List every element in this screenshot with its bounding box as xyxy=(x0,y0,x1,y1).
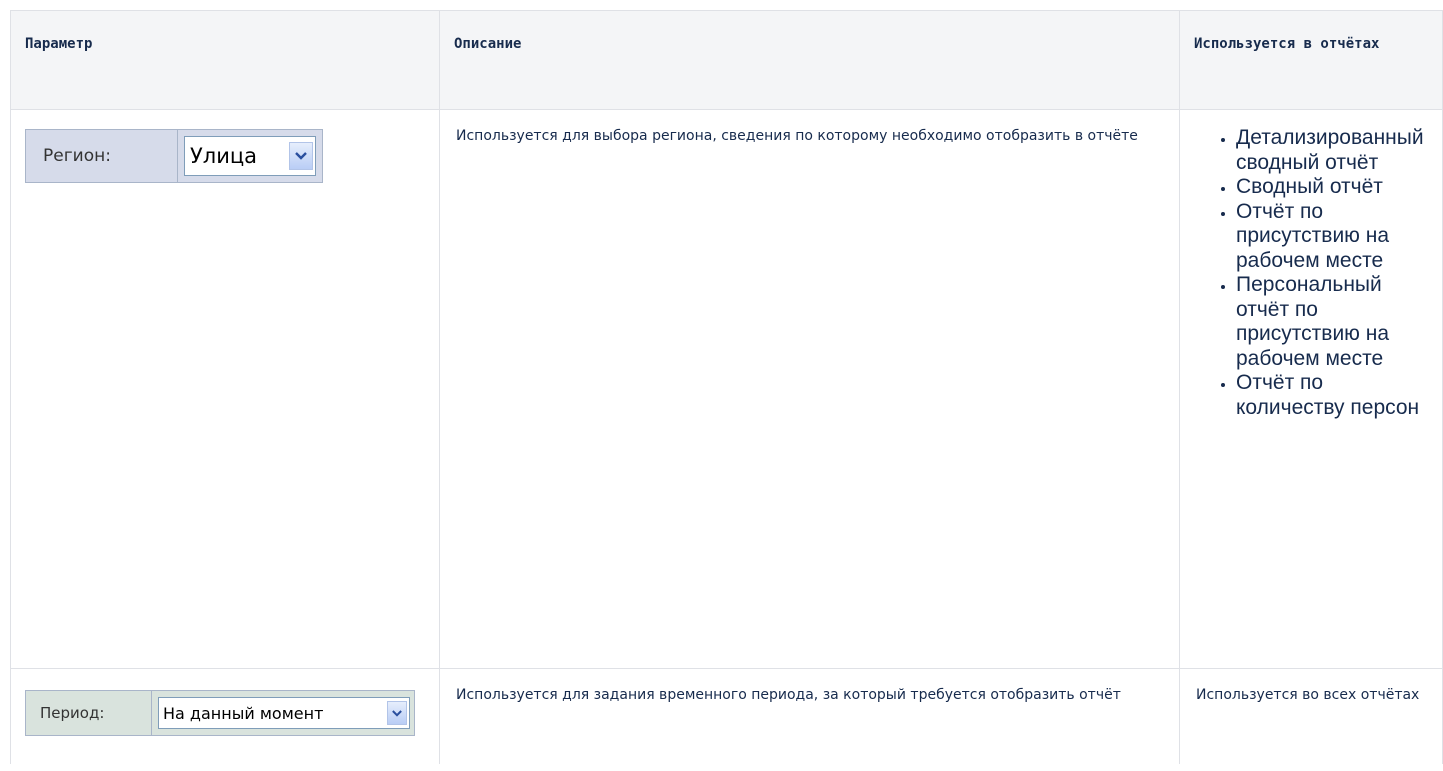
period-widget-image: Период: На данный момент xyxy=(25,690,415,736)
list-item: Детализированный сводный отчёт xyxy=(1236,126,1436,175)
reports-list: Детализированный сводный отчёт Сводный о… xyxy=(1180,110,1442,420)
list-item: Отчёт по количеству персон xyxy=(1236,371,1436,420)
reports-cell: Детализированный сводный отчёт Сводный о… xyxy=(1179,109,1443,669)
parameter-cell: Период: На данный момент xyxy=(10,668,440,764)
region-widget-image: Регион: Улица xyxy=(25,129,323,183)
parameter-cell: Регион: Улица xyxy=(10,109,440,669)
header-used-in-reports: Используется в отчётах xyxy=(1179,10,1443,110)
region-select-value: Улица xyxy=(190,144,258,168)
list-item: Персональный отчёт по присутствию на раб… xyxy=(1236,273,1436,371)
reports-cell: Используется во всех отчётах xyxy=(1179,668,1443,764)
table-row: Регион: Улица Используется для выбора ре… xyxy=(10,109,1443,669)
table-row: Период: На данный момент Используется дл… xyxy=(10,668,1443,764)
region-label: Регион: xyxy=(26,130,178,182)
chevron-down-icon xyxy=(289,142,313,170)
description-cell: Используется для выбора региона, сведени… xyxy=(439,109,1180,669)
list-item: Сводный отчёт xyxy=(1236,175,1436,200)
parameters-table: Параметр Описание Используется в отчётах… xyxy=(10,10,1443,764)
list-item: Отчёт по присутствию на рабочем месте xyxy=(1236,200,1436,274)
region-description: Используется для выбора региона, сведени… xyxy=(456,128,1138,144)
chevron-down-icon xyxy=(387,701,407,725)
period-label: Период: xyxy=(26,691,152,735)
period-reports-text: Используется во всех отчётах xyxy=(1196,687,1420,703)
period-description: Используется для задания временного пери… xyxy=(456,687,1121,703)
description-cell: Используется для задания временного пери… xyxy=(439,668,1180,764)
header-parameter: Параметр xyxy=(10,10,440,110)
period-select: На данный момент xyxy=(158,697,410,729)
header-description: Описание xyxy=(439,10,1180,110)
period-select-value: На данный момент xyxy=(163,703,324,723)
region-select: Улица xyxy=(184,136,316,176)
table-header-row: Параметр Описание Используется в отчётах xyxy=(10,10,1443,110)
